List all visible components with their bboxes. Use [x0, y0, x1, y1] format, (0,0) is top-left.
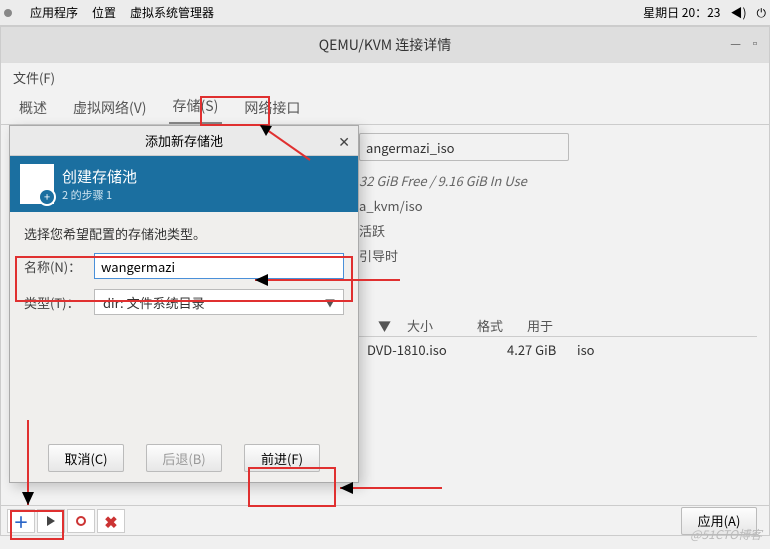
col-size[interactable]: 大小 [399, 316, 469, 335]
menu-vmm[interactable]: 虚拟系统管理器 [130, 4, 214, 21]
add-storage-pool-dialog: 添加新存储池 ✕ 创建存储池 2 的步骤 1 选择您希望配置的存储池类型。 名称… [9, 125, 359, 483]
table-row[interactable]: DVD-1810.iso 4.27 GiB iso [359, 337, 757, 361]
volume-icon[interactable]: ◀) [730, 4, 746, 21]
dialog-title: 添加新存储池 [145, 131, 223, 150]
cancel-button[interactable]: 取消(C) [48, 444, 124, 472]
stop-icon [76, 516, 86, 526]
tab-overview[interactable]: 概述 [15, 92, 51, 124]
close-icon[interactable]: ✕ [338, 132, 350, 152]
add-pool-button[interactable]: ＋ [7, 509, 35, 533]
chevron-down-icon: ▼ [325, 295, 335, 310]
col-usedby[interactable]: 用于 [519, 316, 757, 335]
dialog-banner: 创建存储池 2 的步骤 1 [10, 156, 358, 212]
minimize-button[interactable]: — [730, 35, 741, 52]
pool-name-input[interactable]: angermazi_iso [359, 133, 569, 161]
dialog-prompt: 选择您希望配置的存储池类型。 [24, 224, 344, 243]
delete-pool-button[interactable]: ✖ [97, 509, 125, 533]
vol-size: 4.27 GiB [499, 340, 569, 359]
type-value: dir: 文件系统目录 [103, 293, 205, 312]
tab-storage[interactable]: 存储(S) [169, 90, 223, 124]
pool-state: 活跃 [359, 221, 749, 240]
dialog-titlebar: 添加新存储池 ✕ [10, 126, 358, 156]
menu-apps[interactable]: 应用程序 [30, 4, 78, 21]
connection-details-window: QEMU/KVM 连接详情 — ▫ 文件(F) 概述 虚拟网络(V) 存储(S)… [0, 26, 770, 536]
pool-path: a_kvm/iso [359, 196, 749, 215]
watermark: @51CTO博客 [690, 526, 762, 543]
banner-title: 创建存储池 [62, 166, 137, 187]
power-icon[interactable]: ⏻ [757, 4, 767, 21]
tab-network-interface[interactable]: 网络接口 [240, 92, 304, 124]
apps-icon [4, 4, 16, 21]
tab-virtual-network[interactable]: 虚拟网络(V) [69, 92, 151, 124]
clock: 星期日 20：23 [643, 4, 720, 21]
maximize-button[interactable]: ▫ [749, 35, 761, 52]
col-sort[interactable]: ▼ [359, 316, 399, 335]
document-add-icon [20, 164, 54, 204]
menu-places[interactable]: 位置 [92, 4, 116, 21]
pool-inuse: / 9.16 GiB In Use [429, 171, 526, 190]
delete-icon: ✖ [104, 509, 117, 533]
back-button[interactable]: 后退(B) [146, 444, 222, 472]
window-title: QEMU/KVM 连接详情 [319, 35, 452, 55]
forward-button[interactable]: 前进(F) [244, 444, 320, 472]
system-menubar: 应用程序 位置 虚拟系统管理器 星期日 20：23 ◀) ⏻ [0, 0, 770, 26]
pool-boot: 引导时 [359, 246, 749, 265]
vol-fmt: iso [569, 340, 619, 359]
pool-free: 32 GiB Free [359, 171, 427, 190]
type-label: 类型(T)： [24, 293, 88, 312]
content-area: angermazi_iso 32 GiB Free / 9.16 GiB In … [1, 125, 769, 535]
type-select[interactable]: dir: 文件系统目录 ▼ [94, 289, 344, 315]
name-input[interactable] [94, 253, 344, 279]
banner-step: 2 的步骤 1 [62, 187, 137, 203]
volumes-table: ▼ 大小 格式 用于 DVD-1810.iso 4.27 GiB iso [359, 315, 757, 361]
file-menu[interactable]: 文件(F) [1, 63, 769, 91]
stop-pool-button[interactable] [67, 509, 95, 533]
name-label: 名称(N)： [24, 257, 88, 276]
col-format[interactable]: 格式 [469, 316, 519, 335]
tabs-row: 概述 虚拟网络(V) 存储(S) 网络接口 [1, 91, 769, 125]
vol-name: DVD-1810.iso [359, 340, 499, 359]
pool-toolbar: ＋ ✖ 应用(A) [1, 505, 769, 535]
pool-details: angermazi_iso 32 GiB Free / 9.16 GiB In … [359, 133, 749, 265]
window-titlebar: QEMU/KVM 连接详情 — ▫ [1, 27, 769, 63]
start-pool-button[interactable] [37, 509, 65, 533]
play-icon [47, 516, 55, 526]
